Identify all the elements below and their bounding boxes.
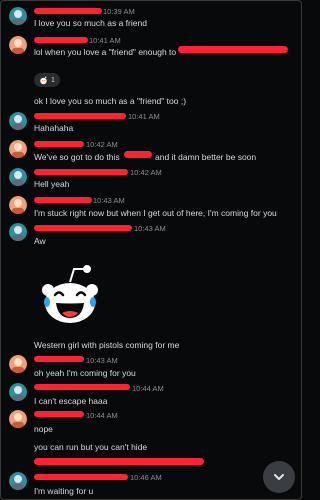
avatar-user-a[interactable]: [9, 223, 27, 241]
avatar-user-b[interactable]: [9, 196, 27, 214]
redacted-username: [34, 8, 102, 14]
avatar-user-b[interactable]: [9, 140, 27, 158]
redacted-username: [34, 37, 88, 43]
timestamp: 10:41 AM: [128, 112, 160, 121]
redacted-username: [34, 411, 84, 417]
avatar-user-a[interactable]: [9, 168, 27, 186]
chevron-down-icon: [274, 474, 284, 480]
redacted-username: [34, 113, 126, 119]
message-text: nope: [34, 424, 53, 434]
redacted-username: [34, 169, 128, 175]
message-text: Hell yeah: [34, 179, 70, 189]
redacted-username: [34, 356, 84, 362]
avatar-user-b[interactable]: [9, 410, 27, 428]
timestamp: 10:43 AM: [86, 356, 118, 365]
avatar-user-a[interactable]: [9, 112, 27, 130]
scroll-to-bottom-button[interactable]: [263, 461, 295, 493]
redacted-username: [34, 141, 84, 147]
redacted-username: [34, 474, 128, 480]
redacted-username: [34, 225, 132, 231]
timestamp: 10:39 AM: [103, 7, 135, 16]
redacted-text: [124, 151, 152, 158]
snoo-icon: [40, 76, 47, 84]
timestamp: 10:44 AM: [86, 411, 118, 420]
redacted-username: [34, 197, 92, 203]
message-text: you can run but you can't hide: [34, 442, 148, 452]
redacted-text: [178, 46, 288, 53]
redacted-username: [34, 384, 130, 390]
avatar-user-a[interactable]: [9, 7, 27, 25]
timestamp: 10:43 AM: [134, 224, 166, 233]
message-text: Aw: [34, 236, 46, 246]
message-text: I'm stuck right now but when I get out o…: [34, 208, 277, 218]
timestamp: 10:43 AM: [93, 196, 125, 205]
message-text: Hahahaha: [34, 123, 74, 133]
timestamp: 10:42 AM: [86, 140, 118, 149]
message-text: I'm waiting for u: [34, 486, 94, 496]
message-text-part: We've so got to do this: [34, 152, 120, 162]
reaction-count: 1: [51, 76, 55, 84]
timestamp: 10:44 AM: [132, 384, 164, 393]
message-text: lol when you love a "friend" enough to: [34, 47, 177, 57]
message-text: Western girl with pistols coming for me: [34, 340, 180, 350]
message-text: I can't escape haaa: [34, 396, 108, 406]
timestamp: 10:41 AM: [89, 36, 121, 45]
redacted-text: [34, 458, 204, 465]
message-text: ok I love you so much as a "friend" too …: [34, 96, 187, 106]
avatar-user-a[interactable]: [9, 383, 27, 401]
timestamp: 10:46 AM: [130, 473, 162, 482]
avatar-user-a[interactable]: [9, 472, 27, 490]
reaction-chip[interactable]: 1: [34, 73, 60, 87]
message-text: I love you so much as a friend: [34, 18, 147, 28]
avatar-user-b[interactable]: [9, 355, 27, 373]
timestamp: 10:42 AM: [130, 168, 162, 177]
message-text: oh yeah I'm coming for you: [34, 368, 136, 378]
avatar-user-b[interactable]: [9, 36, 27, 54]
message-text-part: and it damn better be soon: [155, 152, 257, 162]
laughing-snoo-sticker: [42, 264, 98, 323]
